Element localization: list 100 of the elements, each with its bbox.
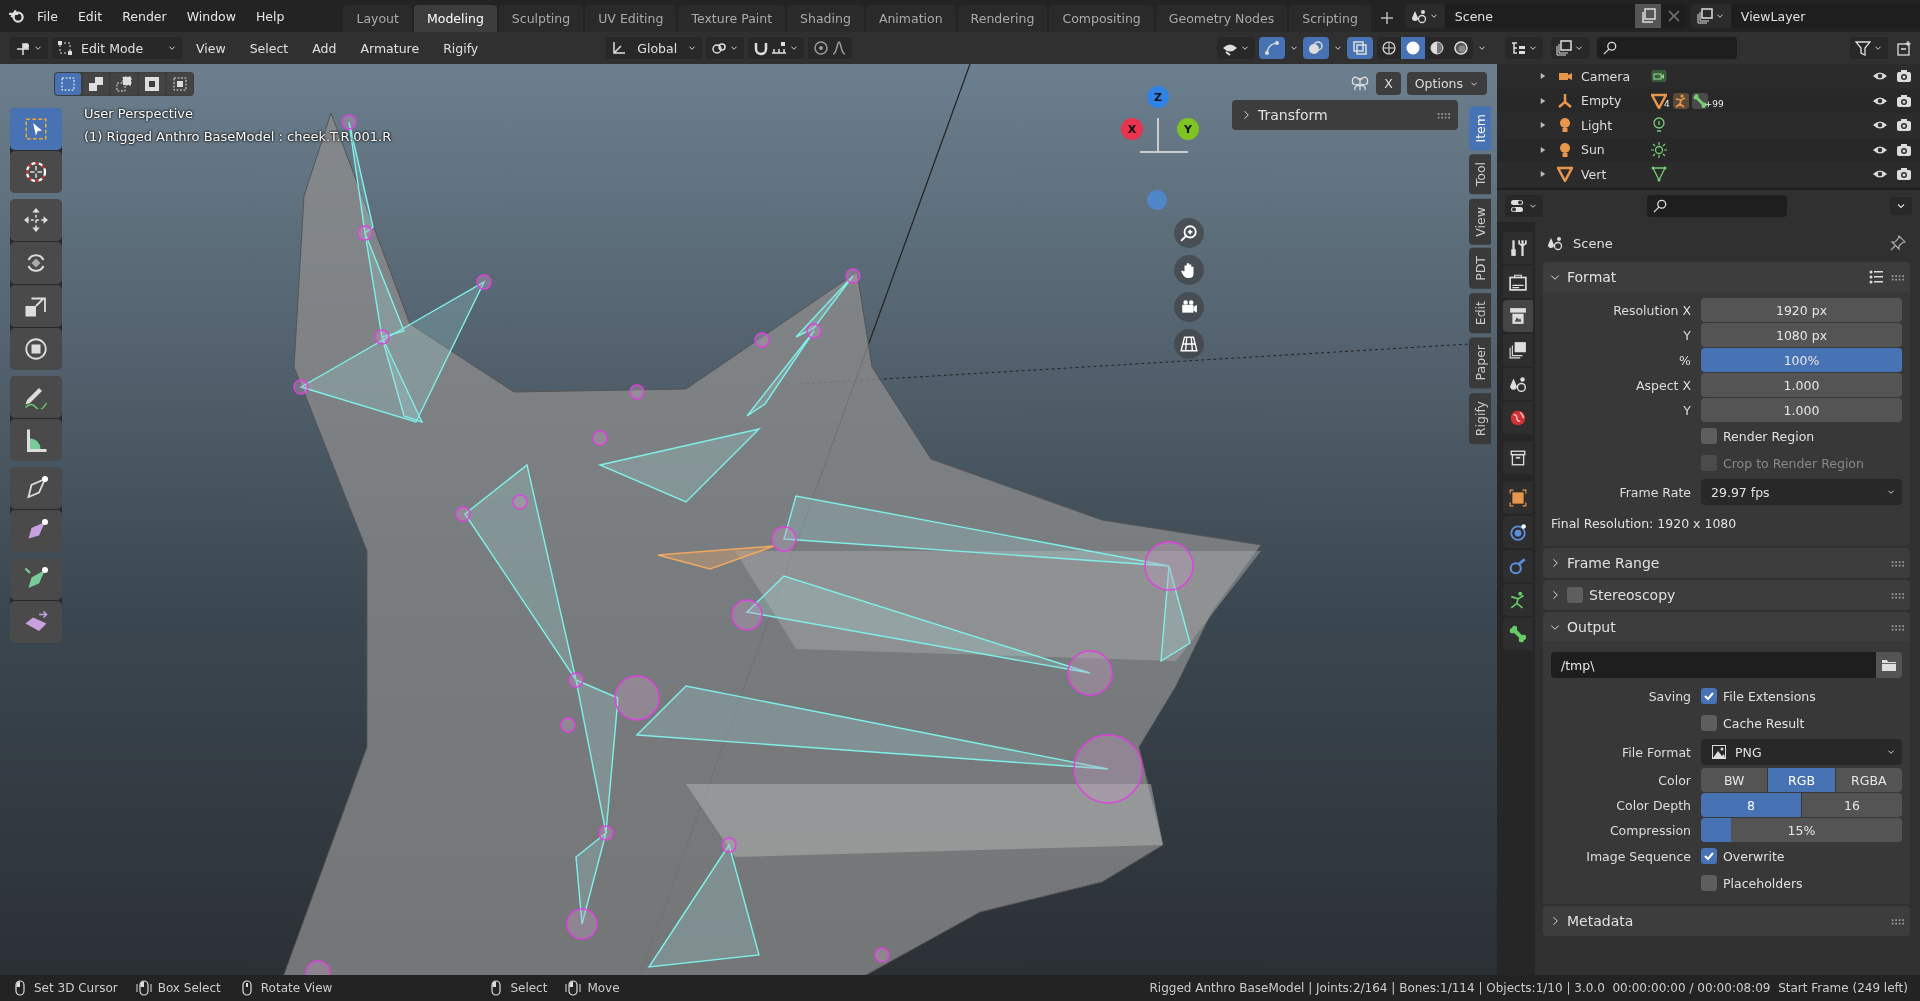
checkbox[interactable]	[1701, 848, 1717, 864]
transform-panel[interactable]: Transform	[1232, 100, 1458, 130]
slider-field[interactable]: 15%	[1701, 818, 1902, 842]
checkbox[interactable]	[1701, 715, 1717, 731]
number-field[interactable]: 1920 px	[1701, 298, 1902, 322]
tool-button[interactable]	[10, 510, 62, 552]
outliner-item[interactable]: Empty	[1581, 93, 1643, 109]
menu-item[interactable]: Render	[113, 4, 176, 28]
axis-handle[interactable]: X	[1121, 118, 1143, 140]
checkbox[interactable]	[1567, 587, 1583, 603]
properties-tab[interactable]	[1503, 516, 1533, 548]
sidebar-tab[interactable]: View	[1469, 198, 1491, 245]
workspace-tab[interactable]: Layout	[343, 5, 412, 32]
menu-item[interactable]: Add	[302, 36, 347, 60]
properties-tab[interactable]	[1503, 482, 1533, 514]
properties-tab[interactable]	[1503, 300, 1533, 332]
checkbox-label[interactable]: Placeholders	[1723, 875, 1803, 891]
number-field[interactable]: 1.000	[1701, 398, 1902, 422]
panel-header[interactable]: Stereoscopy	[1543, 580, 1910, 610]
navigation-button[interactable]	[1174, 329, 1204, 359]
axis-handle[interactable]: Z	[1147, 86, 1169, 108]
menu-item[interactable]: Help	[246, 4, 294, 28]
properties-tab[interactable]	[1503, 232, 1533, 264]
dropdown[interactable]: 29.97 fps	[1701, 479, 1902, 505]
select-mode-button[interactable]	[167, 73, 193, 95]
checkbox[interactable]	[1701, 688, 1717, 704]
checkbox-label[interactable]: Cache Result	[1723, 715, 1805, 731]
tool-button[interactable]	[10, 151, 62, 193]
tool-button[interactable]	[10, 285, 62, 327]
number-field[interactable]: 1080 px	[1701, 323, 1902, 347]
dropdown[interactable]: PNG	[1701, 739, 1902, 765]
checkbox-label[interactable]: Overwrite	[1723, 848, 1785, 864]
checkbox-label[interactable]: File Extensions	[1723, 688, 1816, 704]
workspace-tab[interactable]: Rendering	[957, 5, 1048, 32]
tool-button[interactable]	[10, 419, 62, 461]
panel-header[interactable]: Output	[1543, 612, 1910, 642]
outliner-item[interactable]: Vert	[1581, 166, 1643, 182]
select-mode-button[interactable]	[139, 73, 165, 95]
panel-header[interactable]: Metadata	[1543, 906, 1910, 936]
sidebar-tab[interactable]: Item	[1469, 106, 1491, 151]
workspace-tab[interactable]: Geometry Nodes	[1155, 5, 1288, 32]
sidebar-tab[interactable]: Paper	[1469, 337, 1491, 389]
navigation-button[interactable]	[1174, 292, 1204, 322]
option-button[interactable]: BW	[1701, 768, 1768, 792]
tool-button[interactable]	[10, 242, 62, 284]
properties-tab[interactable]	[1503, 334, 1533, 366]
close-button[interactable]: X	[1376, 72, 1401, 95]
properties-tab[interactable]	[1503, 618, 1533, 650]
workspace-tab[interactable]: Compositing	[1049, 5, 1154, 32]
menu-item[interactable]: View	[186, 36, 236, 60]
tool-button[interactable]	[10, 558, 62, 600]
output-path-field[interactable]: /tmp\	[1551, 652, 1876, 678]
tool-button[interactable]	[10, 601, 62, 643]
mode-dropdown[interactable]: Edit Mode	[52, 37, 182, 59]
option-button[interactable]: 8	[1701, 793, 1801, 817]
workspace-tab[interactable]: UV Editing	[585, 5, 677, 32]
sidebar-tab[interactable]: Edit	[1469, 293, 1491, 334]
properties-tab[interactable]	[1503, 402, 1533, 434]
panel-header[interactable]: Frame Range	[1543, 548, 1910, 578]
workspace-tab[interactable]: Shading	[787, 5, 864, 32]
properties-tab[interactable]	[1503, 266, 1533, 298]
properties-tab[interactable]	[1503, 584, 1533, 616]
checkbox[interactable]	[1701, 875, 1717, 891]
options-dropdown[interactable]: Options	[1406, 72, 1487, 95]
menu-item[interactable]: Select	[239, 36, 299, 60]
select-mode-button[interactable]	[83, 73, 109, 95]
workspace-tab[interactable]: Sculpting	[498, 5, 584, 32]
workspace-tab[interactable]: Texture Paint	[678, 5, 786, 32]
number-field[interactable]: 1.000	[1701, 373, 1902, 397]
orientation-dropdown[interactable]: Global	[606, 37, 703, 59]
tool-button[interactable]	[10, 467, 62, 509]
option-button[interactable]: 16	[1802, 793, 1902, 817]
outliner-item[interactable]: Camera	[1581, 68, 1643, 84]
menu-item[interactable]: Edit	[68, 4, 112, 28]
workspace-tab[interactable]: Modeling	[413, 5, 497, 32]
select-mode-button[interactable]	[111, 73, 137, 95]
tool-button[interactable]	[10, 328, 62, 370]
menu-item[interactable]: Armature	[350, 36, 430, 60]
shading-mode-button[interactable]	[1401, 37, 1425, 59]
sidebar-tab[interactable]: Rigify	[1469, 392, 1491, 444]
properties-tab[interactable]	[1503, 550, 1533, 582]
option-button[interactable]: RGB	[1768, 768, 1835, 792]
menu-item[interactable]: Rigify	[433, 36, 489, 60]
slider-field[interactable]: 100%	[1701, 348, 1902, 372]
tool-button[interactable]	[10, 199, 62, 241]
search-field[interactable]	[1646, 195, 1787, 217]
outliner-item[interactable]: Light	[1581, 117, 1643, 133]
outliner-item[interactable]: Sun	[1581, 142, 1643, 158]
workspace-tab[interactable]: Scripting	[1289, 5, 1371, 32]
sidebar-tab[interactable]: PDT	[1469, 248, 1491, 290]
menu-item[interactable]: Window	[177, 4, 245, 28]
properties-tab[interactable]	[1503, 442, 1533, 474]
checkbox-label[interactable]: Render Region	[1723, 428, 1815, 444]
axis-handle[interactable]	[1147, 190, 1167, 210]
properties-tab[interactable]	[1503, 368, 1533, 400]
workspace-tab[interactable]: Animation	[865, 5, 956, 32]
navigation-button[interactable]	[1174, 255, 1204, 285]
menu-item[interactable]: File	[28, 4, 67, 28]
search-field[interactable]	[1597, 37, 1737, 59]
checkbox[interactable]	[1701, 428, 1717, 444]
